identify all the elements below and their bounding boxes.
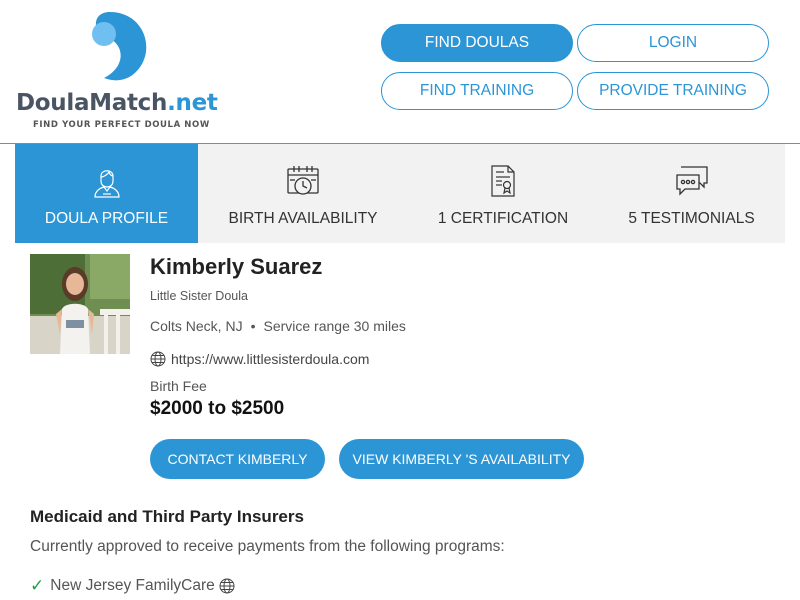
service-range: Service range 30 miles bbox=[263, 318, 406, 334]
certificate-icon bbox=[491, 165, 515, 197]
separator-dot-icon: • bbox=[250, 318, 256, 334]
tab-label: BIRTH AVAILABILITY bbox=[228, 210, 378, 227]
insurance-program-item: ✓ New Jersey FamilyCare bbox=[30, 576, 235, 596]
tab-label: DOULA PROFILE bbox=[44, 210, 169, 227]
chat-bubbles-icon bbox=[675, 166, 708, 196]
find-doulas-button[interactable]: FIND DOULAS bbox=[381, 24, 573, 62]
globe-icon[interactable] bbox=[219, 578, 235, 594]
birth-fee-value: $2000 to $2500 bbox=[150, 398, 285, 419]
site-header: DoulaMatch.net FIND YOUR PERFECT DOULA N… bbox=[0, 0, 800, 144]
insurance-description: Currently approved to receive payments f… bbox=[30, 538, 505, 555]
business-name: Little Sister Doula bbox=[150, 289, 248, 303]
provide-training-button[interactable]: PROVIDE TRAINING bbox=[577, 72, 769, 110]
doula-person-icon bbox=[93, 170, 120, 198]
tab-doula-profile[interactable]: DOULA PROFILE bbox=[15, 144, 198, 243]
doula-name: Kimberly Suarez bbox=[150, 254, 323, 279]
tab-testimonials[interactable]: 5 TESTIMONIALS bbox=[598, 144, 785, 243]
find-training-button[interactable]: FIND TRAINING bbox=[381, 72, 573, 110]
brand-tagline: FIND YOUR PERFECT DOULA NOW bbox=[33, 120, 210, 130]
site-logo[interactable]: DoulaMatch.net FIND YOUR PERFECT DOULA N… bbox=[16, 10, 226, 132]
tab-label: 5 TESTIMONIALS bbox=[628, 210, 755, 227]
doula-photo bbox=[30, 254, 130, 354]
checkmark-icon: ✓ bbox=[30, 576, 45, 595]
birth-fee-label: Birth Fee bbox=[150, 378, 207, 394]
profile-tabs: DOULA PROFILE BIRTH AVAILABILITY 1 CERTI… bbox=[15, 144, 785, 243]
calendar-clock-icon bbox=[287, 166, 319, 195]
globe-icon bbox=[150, 351, 166, 367]
tab-birth-availability[interactable]: BIRTH AVAILABILITY bbox=[198, 144, 408, 243]
website-row[interactable]: https://www.littlesisterdoula.com bbox=[150, 351, 369, 367]
insurance-heading: Medicaid and Third Party Insurers bbox=[30, 507, 304, 526]
view-availability-button[interactable]: VIEW KIMBERLY 'S AVAILABILITY bbox=[339, 439, 584, 479]
tab-certification[interactable]: 1 CERTIFICATION bbox=[408, 144, 598, 243]
login-button[interactable]: LOGIN bbox=[577, 24, 769, 62]
website-link[interactable]: https://www.littlesisterdoula.com bbox=[171, 351, 369, 367]
program-name: New Jersey FamilyCare bbox=[50, 577, 215, 594]
doula-logo-icon bbox=[92, 12, 147, 81]
contact-button[interactable]: CONTACT KIMBERLY bbox=[150, 439, 325, 479]
location: Colts Neck, NJ bbox=[150, 318, 243, 334]
tab-label: 1 CERTIFICATION bbox=[437, 210, 569, 227]
brand-name: DoulaMatch.net bbox=[16, 90, 218, 116]
location-row: Colts Neck, NJ • Service range 30 miles bbox=[150, 318, 406, 334]
